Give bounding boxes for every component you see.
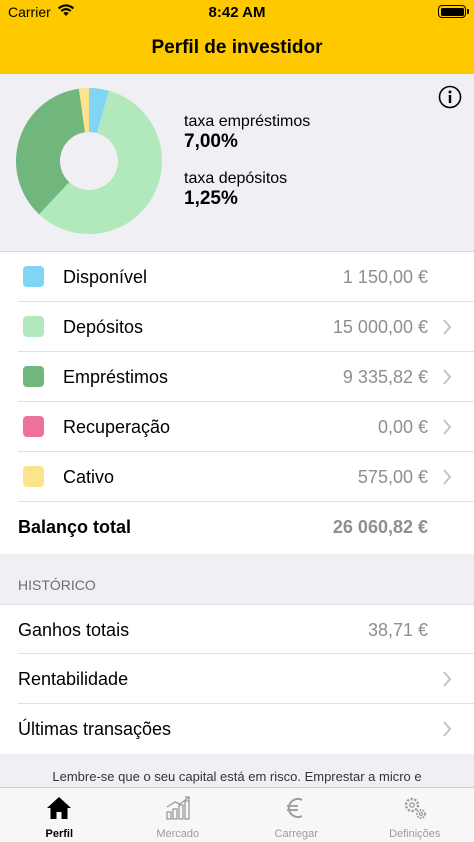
settings-gears-icon — [404, 797, 426, 819]
chevron-right-icon — [443, 319, 452, 335]
deposits-color-swatch — [23, 316, 44, 337]
risk-warning: Lembre-se que o seu capital está em risc… — [0, 754, 474, 787]
row-label: Depósitos — [63, 317, 144, 337]
tab-top-up[interactable]: Carregar — [237, 788, 356, 842]
tab-label: Perfil — [45, 828, 73, 840]
tab-market[interactable]: Mercado — [119, 788, 238, 842]
status-bar: Carrier 8:42 AM — [0, 0, 474, 24]
info-icon[interactable] — [438, 85, 462, 109]
chevron-right-icon — [443, 671, 452, 687]
row-label: Empréstimos — [63, 367, 169, 387]
row-value: 575,00 € — [357, 467, 428, 487]
tab-bar: Perfil Mercado Carregar Definições — [0, 787, 474, 842]
navigation-bar: Perfil de investidor — [0, 24, 474, 74]
page-title: Perfil de investidor — [151, 37, 323, 58]
total-balance-row: Balanço total 26 060,82 € — [0, 502, 474, 554]
history-row-total-earnings: Ganhos totais 38,71 € — [0, 604, 474, 654]
portfolio-row-recovery[interactable]: Recuperação 0,00 € — [0, 402, 474, 452]
row-label: Disponível — [63, 267, 148, 287]
recovery-color-swatch — [23, 416, 44, 437]
row-label: Rentabilidade — [18, 669, 129, 689]
deposit-rate-label: taxa depósitos — [184, 170, 288, 187]
portfolio-row-loans[interactable]: Empréstimos 9 335,82 € — [0, 352, 474, 402]
chevron-right-icon — [443, 419, 452, 435]
tab-label: Definições — [389, 828, 441, 840]
clock: 8:42 AM — [208, 4, 266, 21]
portfolio-donut-chart — [16, 88, 162, 234]
captive-color-swatch — [23, 466, 44, 487]
portfolio-row-deposits[interactable]: Depósitos 15 000,00 € — [0, 302, 474, 352]
tab-profile[interactable]: Perfil — [0, 788, 119, 842]
home-icon — [47, 797, 72, 819]
chevron-right-icon — [443, 469, 452, 485]
row-label: Cativo — [63, 467, 115, 487]
row-value: 15 000,00 € — [332, 317, 428, 337]
total-balance-value: 26 060,82 € — [332, 517, 428, 537]
loan-rate-value: 7,00% — [184, 131, 238, 152]
tab-settings[interactable]: Definições — [356, 788, 474, 842]
deposit-rate-value: 1,25% — [184, 188, 238, 209]
market-chart-icon — [166, 796, 190, 820]
loans-color-swatch — [23, 366, 44, 387]
loan-rate: taxa empréstimos 7,00% — [184, 113, 310, 153]
chevron-right-icon — [443, 721, 452, 737]
tab-label: Carregar — [274, 828, 318, 840]
history-row-profitability[interactable]: Rentabilidade — [0, 654, 474, 704]
row-value: 1 150,00 € — [342, 267, 428, 287]
battery-icon — [438, 5, 469, 18]
loan-rate-label: taxa empréstimos — [184, 113, 311, 130]
risk-warning-text: Lembre-se que o seu capital está em risc… — [52, 769, 422, 784]
history-row-last-transactions[interactable]: Últimas transações — [0, 704, 474, 754]
row-label: Ganhos totais — [18, 620, 130, 640]
chevron-right-icon — [443, 369, 452, 385]
row-label: Recuperação — [63, 417, 171, 437]
row-value: 9 335,82 € — [342, 367, 428, 387]
row-value: 0,00 € — [377, 417, 428, 437]
portfolio-row-captive[interactable]: Cativo 575,00 € — [0, 452, 474, 502]
total-balance-label: Balanço total — [18, 517, 132, 537]
row-label: Últimas transações — [18, 719, 172, 739]
available-color-swatch — [23, 266, 44, 287]
history-section-header: HISTÓRICO — [0, 554, 474, 604]
deposit-rate: taxa depósitos 1,25% — [184, 170, 287, 210]
history-header-label: HISTÓRICO — [18, 577, 96, 593]
portfolio-row-available[interactable]: Disponível 1 150,00 € — [0, 252, 474, 302]
row-value: 38,71 € — [367, 620, 428, 640]
tab-label: Mercado — [156, 828, 200, 840]
euro-icon — [287, 798, 303, 818]
